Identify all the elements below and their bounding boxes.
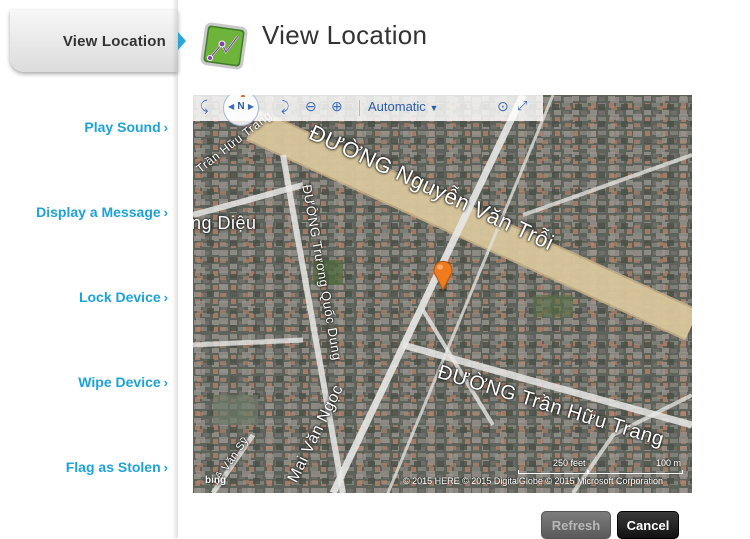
page-title: View Location bbox=[262, 20, 428, 50]
road-label: ng Diệu bbox=[193, 213, 257, 233]
locate-me-icon[interactable]: ⊙ bbox=[497, 98, 509, 115]
bing-logo: bing bbox=[205, 475, 227, 486]
map-scale-bar: 250 feet 100 m bbox=[518, 458, 683, 476]
sidebar-item-label: Flag as Stolen bbox=[65, 459, 161, 475]
sidebar-item-label: Wipe Device bbox=[78, 374, 161, 390]
map-view[interactable]: ĐƯỜNG Nguyễn Văn Trỗi ĐƯỜNG Trần Hữu Tra… bbox=[193, 95, 692, 493]
sidebar: View Location Play Sound › Display a Mess… bbox=[0, 0, 186, 538]
refresh-button[interactable]: Refresh bbox=[541, 511, 611, 539]
rotate-right-icon[interactable]: ⤸ bbox=[281, 98, 289, 115]
sidebar-item-view-location[interactable]: View Location bbox=[10, 10, 186, 72]
active-pointer-arrow bbox=[178, 32, 186, 50]
sidebar-item-wipe-device[interactable]: Wipe Device › bbox=[0, 374, 168, 390]
map-style-dropdown[interactable]: Automatic ▼ bbox=[368, 99, 438, 114]
cancel-button[interactable]: Cancel bbox=[617, 511, 679, 539]
compass-north-label: N bbox=[237, 101, 245, 112]
rotate-left-icon[interactable]: ⤹ bbox=[200, 98, 208, 115]
chevron-right-icon: › bbox=[163, 290, 168, 305]
fullscreen-icon[interactable]: ⤢ bbox=[517, 98, 527, 114]
sidebar-divider bbox=[172, 0, 178, 538]
map-toolbar: ⤹ ▲ ◀ ▶ N ⤸ ⊖ ⊕ Automatic ▼ ⊙ ⤢ bbox=[193, 95, 543, 126]
sidebar-item-label: Lock Device bbox=[78, 289, 161, 305]
caret-down-icon: ▼ bbox=[429, 103, 439, 113]
location-pin-icon[interactable] bbox=[430, 258, 456, 292]
sidebar-item-label: Display a Message bbox=[36, 204, 161, 220]
toolbar-divider bbox=[359, 100, 360, 116]
chevron-right-icon: › bbox=[163, 375, 168, 390]
sidebar-item-lock-device[interactable]: Lock Device › bbox=[0, 289, 168, 305]
north-pointer-icon: ▲ bbox=[239, 95, 247, 99]
map-style-label: Automatic bbox=[368, 99, 426, 114]
sidebar-item-label: View Location bbox=[62, 32, 166, 50]
scale-feet-label: 250 feet bbox=[553, 458, 586, 468]
chevron-right-icon: › bbox=[163, 460, 168, 475]
scale-bar-meters bbox=[588, 470, 683, 474]
sidebar-item-label: Play Sound bbox=[84, 119, 161, 135]
scale-meters-label: 100 m bbox=[655, 458, 681, 468]
chevron-right-icon: › bbox=[163, 120, 168, 135]
zoom-in-icon[interactable]: ⊕ bbox=[331, 98, 343, 115]
map-location-icon bbox=[196, 22, 248, 74]
sidebar-item-play-sound[interactable]: Play Sound › bbox=[0, 119, 168, 135]
chevron-right-icon: › bbox=[163, 205, 168, 220]
map-copyright: © 2015 HERE © 2015 DigitalGlobe © 2015 M… bbox=[403, 476, 664, 486]
scale-bar-feet bbox=[518, 470, 588, 474]
zoom-out-icon[interactable]: ⊖ bbox=[305, 98, 317, 115]
sidebar-item-flag-stolen[interactable]: Flag as Stolen › bbox=[0, 459, 168, 475]
sidebar-item-display-message[interactable]: Display a Message › bbox=[0, 204, 168, 220]
